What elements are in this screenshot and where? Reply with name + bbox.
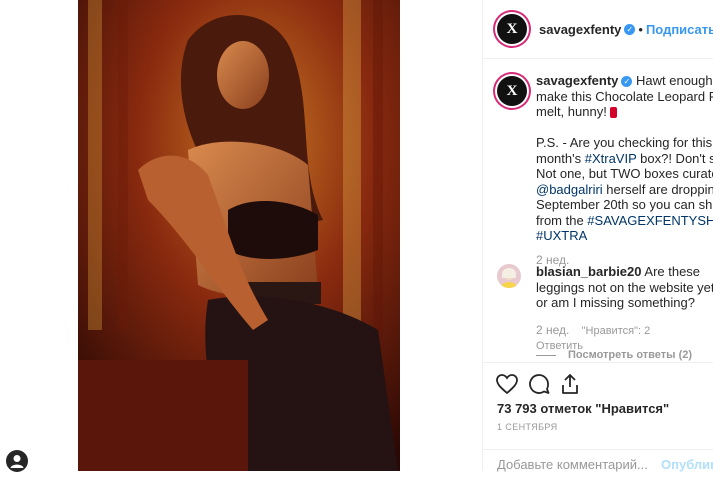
caption-line-7b: herself are droppin' on	[606, 181, 713, 197]
share-icon	[562, 374, 578, 394]
comment-time[interactable]: 2 нед.	[536, 323, 569, 337]
commenter-avatar[interactable]	[497, 264, 521, 288]
caption-line-5b: box?! Don't stress.	[640, 150, 713, 166]
commenter-username[interactable]: blasian_barbie20	[536, 264, 642, 279]
profile-button[interactable]	[6, 450, 28, 472]
caption-line-5a: month's	[536, 150, 585, 166]
add-comment-bar: Добавьте комментарий... Опублико	[483, 449, 713, 472]
post-header: X savagexfenty✓•Подписаться	[483, 0, 713, 59]
post-date[interactable]: 1 СЕНТЯБРЯ	[497, 422, 558, 432]
share-button[interactable]	[558, 372, 582, 396]
caption-line-8: September 20th so you can shop first	[536, 197, 713, 212]
hashtag-xtravip[interactable]: #XtraVIP	[585, 151, 637, 166]
view-replies-label: Посмотреть ответы (2)	[568, 349, 693, 361]
comment-line-1: Are these	[641, 264, 701, 279]
post-caption: savagexfenty✓ Hawt enough to make this C…	[536, 73, 713, 268]
caption-avatar-logo-icon: X	[506, 83, 518, 99]
caption-line-4: P.S. - Are you checking for this	[536, 135, 713, 150]
caption-author-avatar[interactable]: X	[497, 76, 527, 106]
comments-section[interactable]: X savagexfenty✓ Hawt enough to make this…	[483, 59, 713, 362]
like-button[interactable]	[495, 372, 519, 396]
user-icon	[10, 455, 24, 468]
publish-button[interactable]: Опублико	[661, 457, 713, 472]
caption-line-6: Not one, but TWO boxes curated by	[536, 166, 713, 181]
lipstick-emoji-icon	[610, 107, 618, 119]
gutter	[400, 0, 482, 471]
verified-badge-icon: ✓	[624, 24, 636, 36]
comment-icon	[529, 374, 550, 394]
replies-divider	[536, 354, 556, 356]
comment-line-3: or am I missing something?	[536, 295, 695, 310]
caption-line-1: Hawt enough to	[636, 73, 713, 88]
caption-line-2: make this Chocolate Leopard Print	[536, 88, 713, 104]
post-photo-image	[78, 0, 400, 471]
author-avatar[interactable]: X	[497, 14, 527, 44]
caption-line-3: melt, hunny!	[536, 104, 611, 119]
comment-button[interactable]	[527, 372, 551, 396]
comment-input[interactable]: Добавьте комментарий...	[497, 457, 648, 472]
hashtag-savagexfentyshow[interactable]: #SAVAGEXFENTYSHOW	[587, 213, 713, 228]
commenter-avatar-image	[501, 268, 517, 288]
header-author-row: savagexfenty✓•Подписаться	[539, 21, 713, 39]
post-actions: 73 793 отметок "Нравится" 1 СЕНТЯБРЯ Доб…	[483, 362, 713, 472]
comment-line-2: leggings not on the website yet	[536, 279, 713, 295]
view-replies-button[interactable]: Посмотреть ответы (2)	[536, 349, 692, 361]
header-separator: •	[638, 22, 643, 37]
verified-badge-icon: ✓	[621, 76, 633, 88]
comment-likes[interactable]: "Нравится": 2	[582, 325, 651, 337]
follow-button[interactable]: Подписаться	[646, 22, 713, 37]
author-avatar-logo-icon: X	[506, 21, 518, 37]
comment-item: blasian_barbie20 Are these leggings not …	[536, 264, 713, 355]
author-username[interactable]: savagexfenty	[539, 22, 621, 37]
left-background	[0, 0, 78, 471]
post-side-panel: X savagexfenty✓•Подписаться X savagexfen…	[482, 0, 713, 472]
hashtag-uxtra[interactable]: #UXTRA	[536, 228, 587, 243]
caption-line-9a: from the	[536, 212, 588, 228]
post-photo[interactable]	[78, 0, 400, 471]
heart-icon	[496, 374, 518, 395]
mention-badgalriri[interactable]: @badgalriri	[536, 182, 603, 197]
caption-username[interactable]: savagexfenty	[536, 73, 618, 88]
likes-count[interactable]: 73 793 отметок "Нравится"	[497, 401, 669, 416]
